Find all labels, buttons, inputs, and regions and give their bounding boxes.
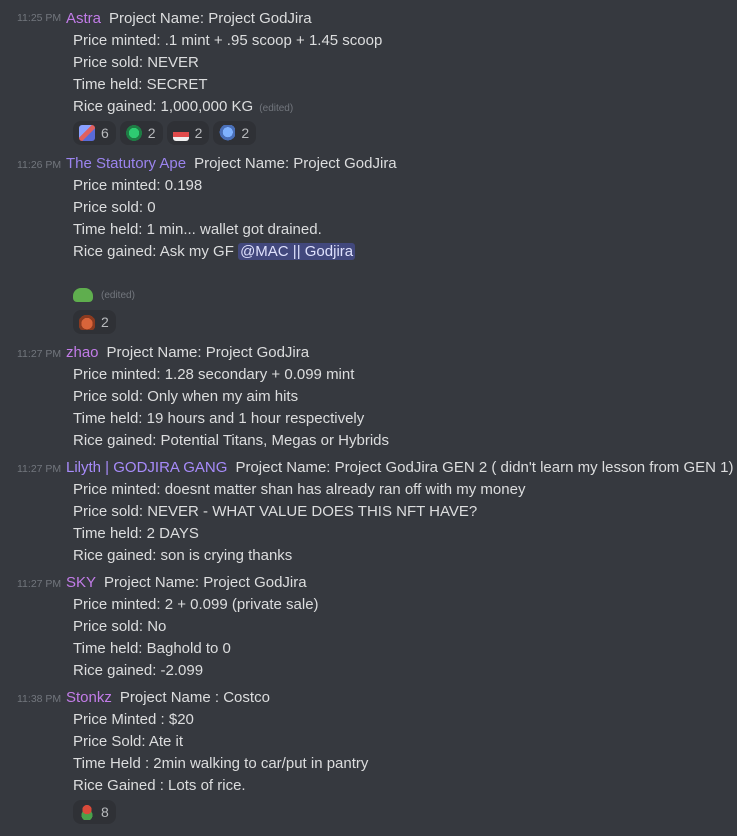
message-text: Time held: SECRET	[73, 76, 208, 93]
message-text: Time held: Baghold to 0	[73, 640, 231, 657]
message-text: Price sold: NEVER - WHAT VALUE DOES THIS…	[73, 503, 478, 520]
sneaker-emoji-icon	[172, 125, 189, 141]
timestamp: 11:27 PM	[17, 463, 62, 475]
message-text: Rice gained: 1,000,000 KG	[73, 98, 254, 115]
message-text: Time held: 19 hours and 1 hour respectiv…	[73, 410, 365, 427]
author-name[interactable]: The Statutory Ape	[66, 155, 186, 172]
message-text: Price minted: 1.28 secondary + 0.099 min…	[73, 366, 355, 383]
message-text: Price minted: doesnt matter shan has alr…	[73, 481, 526, 498]
message-text: Price Minted : $20	[73, 711, 194, 728]
message-text: Rice gained: son is crying thanks	[73, 547, 293, 564]
message-text: Time Held : 2min walking to car/put in p…	[73, 755, 369, 772]
message-text: Project Name : Costco	[119, 689, 270, 706]
author-name[interactable]: Lilyth | GODJIRA GANG	[66, 459, 227, 476]
pepe-emoji-icon	[79, 804, 95, 820]
frog-emoji-icon	[73, 288, 93, 302]
message-text: Rice gained: Ask my GF	[73, 243, 234, 260]
reaction-count: 8	[101, 804, 109, 820]
reaction[interactable]: 2	[166, 121, 210, 145]
message-text: Project Name: Project GodJira	[104, 574, 307, 591]
green-dino-emoji-icon	[125, 125, 142, 141]
timestamp: 11:26 PM	[17, 159, 62, 171]
author-name[interactable]: SKY	[66, 574, 96, 591]
reaction[interactable]: 2	[119, 121, 163, 145]
message-text: Time held: 2 DAYS	[73, 525, 199, 542]
reaction-count: 2	[241, 125, 250, 141]
reaction-count: 2	[101, 314, 109, 330]
message-text: Project Name: Project GodJira	[194, 155, 397, 172]
reaction[interactable]: 8	[73, 800, 116, 824]
author-name[interactable]: Astra	[66, 10, 101, 27]
blue-dino-emoji-icon	[219, 125, 236, 141]
user-mention[interactable]: @MAC || Godjira	[238, 243, 356, 260]
message-text: Price sold: 0	[73, 199, 156, 216]
message-text: Time held: 1 min... wallet got drained.	[73, 221, 322, 238]
reaction[interactable]: 2	[73, 310, 116, 334]
message-text: Project Name: Project GodJira GEN 2 ( di…	[235, 459, 734, 476]
reaction-count: 2	[194, 125, 203, 141]
timestamp: 11:27 PM	[17, 578, 62, 590]
reaction[interactable]: 2	[213, 121, 257, 145]
message-text: Price minted: .1 mint + .95 scoop + 1.45…	[73, 32, 383, 49]
message-text: Price minted: 0.198	[73, 177, 203, 194]
reaction[interactable]: 6	[73, 121, 116, 145]
message-text: Price minted: 2 + 0.099 (private sale)	[73, 596, 319, 613]
edited-label: (edited)	[259, 103, 294, 114]
reaction-count: 6	[101, 125, 109, 141]
face-emoji-icon	[79, 314, 95, 330]
message-text: Rice Gained : Lots of rice.	[73, 777, 246, 794]
timestamp: 11:38 PM	[17, 693, 62, 705]
author-name[interactable]: Stonkz	[66, 689, 112, 706]
message-text: Price sold: NEVER	[73, 54, 199, 71]
reaction-count: 2	[147, 125, 156, 141]
message-text: Rice gained: -2.099	[73, 662, 204, 679]
message-text: Project Name: Project GodJira	[106, 344, 310, 361]
message-text: Price sold: Only when my aim hits	[73, 388, 299, 405]
rocket-emoji-icon	[79, 125, 95, 141]
message-text: Project Name: Project GodJira	[109, 10, 312, 27]
timestamp: 11:27 PM	[17, 348, 62, 360]
message-text: Price Sold: Ate it	[73, 733, 184, 750]
edited-label: (edited)	[101, 289, 135, 301]
author-name[interactable]: zhao	[66, 344, 99, 361]
timestamp: 11:25 PM	[17, 12, 62, 24]
message-text: Rice gained: Potential Titans, Megas or …	[73, 432, 389, 449]
message-text: Price sold: No	[73, 618, 167, 635]
